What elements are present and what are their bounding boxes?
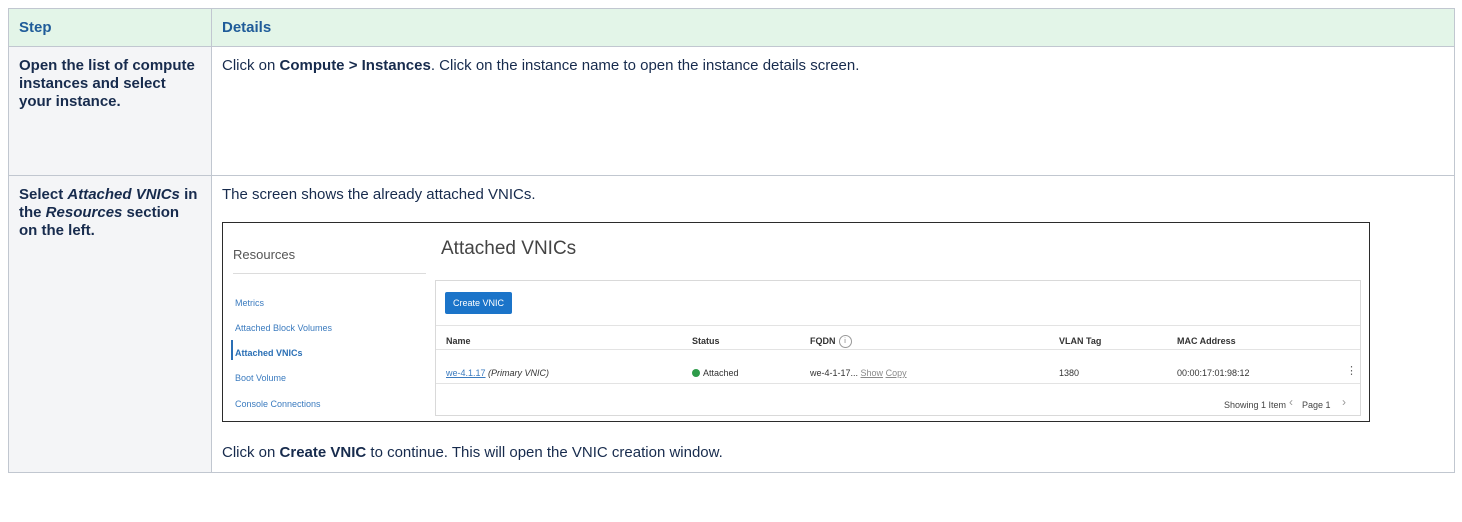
table-header-row: Step Details — [8, 8, 1455, 47]
details-cell: Click on Compute > Instances. Click on t… — [211, 46, 1455, 176]
fqdn-text: we-4-1-17... — [810, 368, 859, 378]
info-icon[interactable]: i — [838, 335, 852, 349]
divider — [233, 273, 426, 274]
column-header-status[interactable]: Status — [692, 332, 720, 350]
details-bold: Create VNIC — [279, 444, 367, 461]
column-header-name[interactable]: Name — [446, 332, 471, 350]
vnic-table-panel: Create VNIC Name Status FQDN i VLAN Tag M… — [435, 280, 1361, 416]
header-details: Details — [211, 8, 1455, 47]
embedded-screenshot: Resources Metrics Attached Block Volumes… — [222, 222, 1370, 422]
details-outro: Click on Create VNIC to continue. This w… — [222, 444, 1444, 462]
column-header-label: FQDN — [810, 336, 836, 346]
fqdn-show-link[interactable]: Show — [861, 368, 884, 378]
create-vnic-button[interactable]: Create VNIC — [445, 292, 513, 314]
step-italic: Attached VNICs — [67, 186, 180, 203]
details-text: . Click on the instance name to open the… — [430, 57, 860, 74]
table-row: Select Attached VNICs in the Resources s… — [8, 175, 1455, 473]
active-indicator — [231, 340, 233, 360]
step-cell: Select Attached VNICs in the Resources s… — [8, 175, 212, 473]
details-text: Click on — [222, 444, 280, 461]
fqdn-copy-link[interactable]: Copy — [886, 368, 907, 378]
details-text: to continue. This will open the VNIC cre… — [366, 444, 723, 461]
resources-title: Resources — [233, 247, 296, 262]
chevron-right-icon[interactable]: › — [1342, 393, 1346, 411]
divider — [436, 325, 1360, 326]
step-italic: Resources — [45, 204, 123, 221]
details-intro: The screen shows the already attached VN… — [222, 186, 536, 203]
divider — [436, 349, 1360, 350]
divider — [436, 383, 1360, 384]
vnic-name-link[interactable]: we-4.1.17 — [446, 368, 486, 378]
resources-item-console-connections[interactable]: Console Connections — [235, 395, 321, 413]
table-row: Open the list of compute instances and s… — [8, 46, 1455, 176]
details-cell: The screen shows the already attached VN… — [211, 175, 1455, 473]
resources-item-attached-block-volumes[interactable]: Attached Block Volumes — [235, 319, 332, 337]
resources-item-attached-vnics[interactable]: Attached VNICs — [235, 344, 303, 362]
steps-table: Step Details Open the list of compute in… — [8, 8, 1455, 473]
vnic-mac-cell: 00:00:17:01:98:12 — [1177, 368, 1250, 378]
panel-title: Attached VNICs — [441, 238, 577, 259]
vnic-status-cell: Attached — [692, 364, 739, 382]
vnic-fqdn-cell: we-4-1-17... Show Copy — [810, 364, 907, 382]
step-cell: Open the list of compute instances and s… — [8, 46, 212, 176]
showing-count: Showing 1 Item — [1224, 400, 1287, 410]
page-indicator: Page 1 — [1302, 400, 1331, 410]
vnic-name-cell: we-4.1.17 (Primary VNIC) — [446, 364, 549, 382]
row-actions-menu-icon[interactable]: ⋮ — [1346, 362, 1357, 380]
vnic-vlan-cell: 1380 — [1059, 368, 1080, 378]
column-header-fqdn[interactable]: FQDN i — [810, 332, 852, 350]
resources-item-metrics[interactable]: Metrics — [235, 294, 264, 312]
header-step: Step — [8, 8, 212, 47]
status-text: Attached — [703, 368, 739, 378]
green-dot-icon — [692, 369, 700, 377]
column-header-vlan-tag[interactable]: VLAN Tag — [1059, 332, 1101, 350]
details-bold: Compute > Instances — [279, 57, 431, 74]
step-text: Select — [19, 186, 68, 203]
details-text: Click on — [222, 57, 280, 74]
resources-item-boot-volume[interactable]: Boot Volume — [235, 369, 286, 387]
column-header-mac-address[interactable]: MAC Address — [1177, 332, 1236, 350]
vnic-name-note: (Primary VNIC) — [488, 368, 550, 378]
chevron-left-icon[interactable]: ‹ — [1289, 393, 1293, 411]
